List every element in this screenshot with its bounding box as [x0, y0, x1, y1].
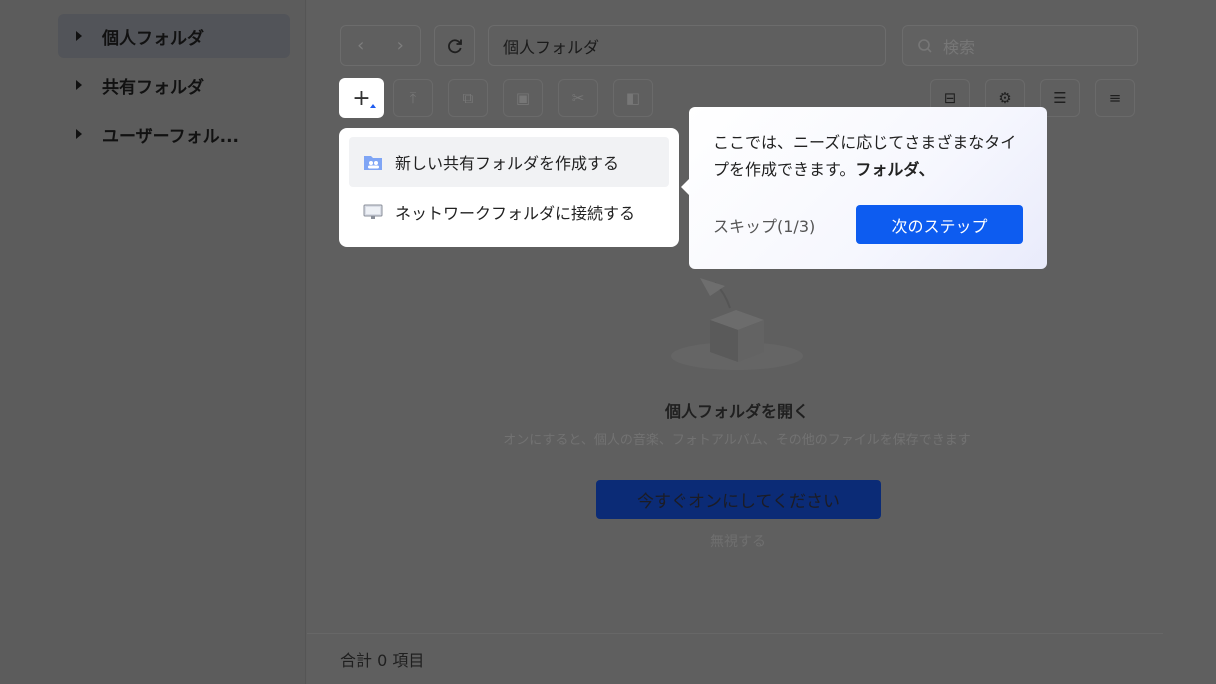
plus-icon: + — [352, 85, 371, 111]
item-count: 合計 0 項目 — [340, 651, 425, 670]
move-icon: ◧ — [625, 89, 641, 107]
copy-icon: ⧉ — [462, 89, 474, 107]
ignore-link[interactable]: 無視する — [307, 531, 1169, 551]
next-step-button[interactable]: 次のステップ — [856, 205, 1023, 244]
search-placeholder: 検索 — [943, 37, 976, 57]
sort-button[interactable]: ≡ — [1095, 79, 1135, 117]
status-footer: 合計 0 項目 — [307, 633, 1163, 684]
tooltip-text: ここでは、ニーズに応じてさまざまなタイプを作成できます。フォルダ、 — [713, 129, 1023, 183]
menu-item-label: ネットワークフォルダに接続する — [395, 204, 636, 223]
menu-item-label: 新しい共有フォルダを作成する — [395, 154, 620, 173]
tree-item-shared-folder[interactable]: 共有フォルダ — [58, 63, 290, 107]
empty-state-title: 個人フォルダを開く — [664, 402, 809, 421]
add-button[interactable]: + — [339, 78, 384, 118]
path-text: 個人フォルダ — [503, 37, 600, 57]
briefcase-icon: ⊟ — [943, 89, 957, 107]
move-button[interactable]: ◧ — [613, 79, 653, 117]
tree-item-label: ユーザーフォル... — [102, 126, 240, 147]
tooltip-footer: スキップ(1/3) 次のステップ — [713, 205, 1023, 244]
sort-icon: ≡ — [1108, 89, 1122, 107]
paste-icon: ▣ — [515, 89, 531, 107]
menu-item-create-shared-folder[interactable]: 新しい共有フォルダを作成する — [349, 137, 669, 187]
caret-right-icon[interactable] — [76, 129, 82, 139]
tooltip-bold-text: フォルダ、 — [855, 160, 935, 179]
upload-button[interactable]: ⤒ — [393, 79, 433, 117]
dropdown-caret-icon — [370, 104, 376, 108]
tree-item-user-folder[interactable]: ユーザーフォル... — [58, 112, 290, 156]
shared-folder-icon — [363, 153, 383, 171]
search-input[interactable]: 検索 — [902, 25, 1138, 66]
tree-item-label: 共有フォルダ — [102, 77, 204, 98]
empty-box-illustration — [671, 278, 803, 370]
enable-now-button[interactable]: 今すぐオンにしてください — [596, 480, 881, 519]
add-dropdown-menu: 新しい共有フォルダを作成する ネットワークフォルダに接続する — [339, 128, 679, 247]
path-field[interactable]: 個人フォルダ — [488, 25, 886, 66]
paste-button[interactable]: ▣ — [503, 79, 543, 117]
tree-item-personal-folder[interactable]: 個人フォルダ — [58, 14, 290, 58]
copy-button[interactable]: ⧉ — [448, 79, 488, 117]
caret-right-icon[interactable] — [76, 31, 82, 41]
menu-item-connect-network-folder[interactable]: ネットワークフォルダに接続する — [349, 187, 669, 237]
cut-button[interactable]: ✂ — [558, 79, 598, 117]
list-view-icon: ☰ — [1053, 89, 1067, 107]
scissors-icon: ✂ — [571, 89, 585, 107]
monitor-icon — [363, 203, 383, 221]
skip-button[interactable]: スキップ(1/3) — [713, 213, 815, 237]
main-pane: ‹ › 個人フォルダ 検索 ⤒ ⧉ ▣ ✂ ◧ ⊟ ⚙ ☰ ≡ — [307, 0, 1216, 684]
forward-icon[interactable]: › — [381, 35, 421, 56]
refresh-button[interactable] — [434, 25, 475, 66]
onboarding-tooltip: ここでは、ニーズに応じてさまざまなタイプを作成できます。フォルダ、 スキップ(1… — [681, 107, 1047, 269]
gear-icon: ⚙ — [998, 89, 1012, 107]
refresh-icon — [447, 38, 462, 53]
back-icon[interactable]: ‹ — [341, 35, 381, 56]
caret-right-icon[interactable] — [76, 80, 82, 90]
tree-item-label: 個人フォルダ — [102, 28, 204, 49]
search-icon — [918, 38, 932, 53]
upload-icon: ⤒ — [409, 89, 417, 107]
sidebar: 個人フォルダ 共有フォルダ ユーザーフォル... — [0, 0, 306, 684]
nav-buttons: ‹ › — [340, 25, 421, 66]
empty-state-description: オンにすると、個人の音楽、フォトアルバム、その他のファイルを保存できます — [503, 433, 971, 448]
